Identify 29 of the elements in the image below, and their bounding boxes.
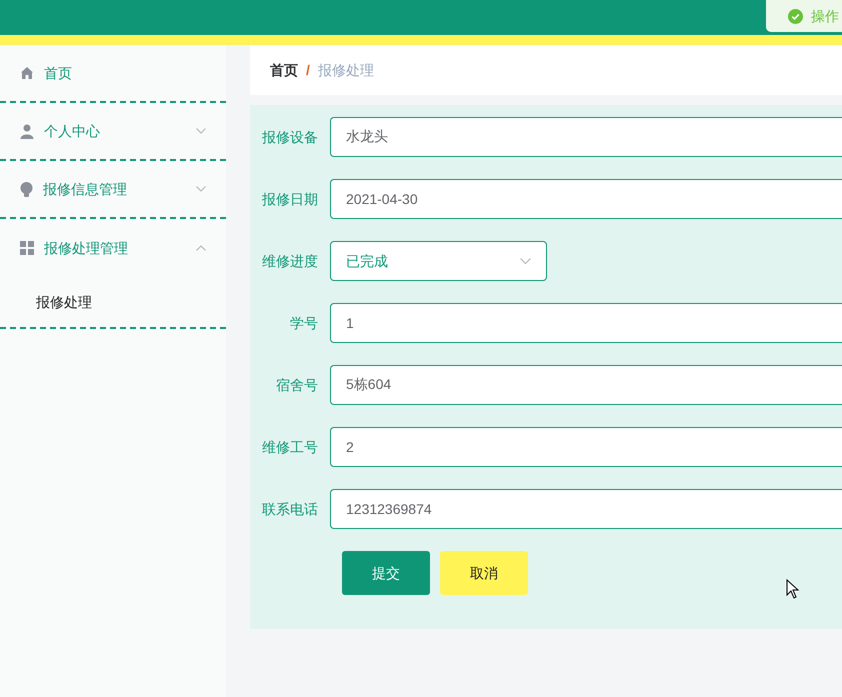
check-circle-icon — [788, 8, 803, 24]
input-field[interactable]: 水龙头 — [330, 117, 842, 157]
input-field[interactable]: 2021-04-30 — [330, 179, 842, 219]
submit-button[interactable]: 提交 — [342, 551, 430, 595]
field-label: 宿舍号 — [275, 376, 319, 394]
field-label: 维修工号 — [261, 438, 319, 456]
chevron-down-icon — [520, 258, 531, 264]
mouse-cursor-icon — [786, 579, 800, 599]
toast-message: 操作 — [766, 0, 842, 32]
field-label: 联系电话 — [261, 500, 319, 518]
cancel-button[interactable]: 取消 — [440, 551, 528, 595]
sidebar-subitem[interactable]: 报修处理 — [0, 277, 226, 327]
home-icon — [20, 66, 34, 80]
select-field[interactable]: 已完成 — [330, 241, 547, 281]
bulb-icon — [20, 182, 33, 196]
grid-icon — [20, 241, 34, 255]
input-field[interactable]: 5栋604 — [330, 365, 842, 405]
field-label: 维修进度 — [261, 252, 319, 270]
breadcrumb-item[interactable]: 首页 — [270, 60, 298, 80]
input-field[interactable]: 2 — [330, 427, 842, 467]
input-field[interactable]: 12312369874 — [330, 489, 842, 529]
input-field[interactable]: 1 — [330, 303, 842, 343]
field-label: 报修设备 — [261, 128, 319, 146]
field-label: 学号 — [289, 314, 319, 332]
user-icon — [20, 124, 34, 138]
sidebar-item[interactable]: 报修处理管理 — [0, 219, 226, 277]
breadcrumb-separator: / — [306, 60, 310, 80]
field-label: 报修日期 — [261, 190, 319, 208]
breadcrumb-item: 报修处理 — [318, 60, 374, 80]
